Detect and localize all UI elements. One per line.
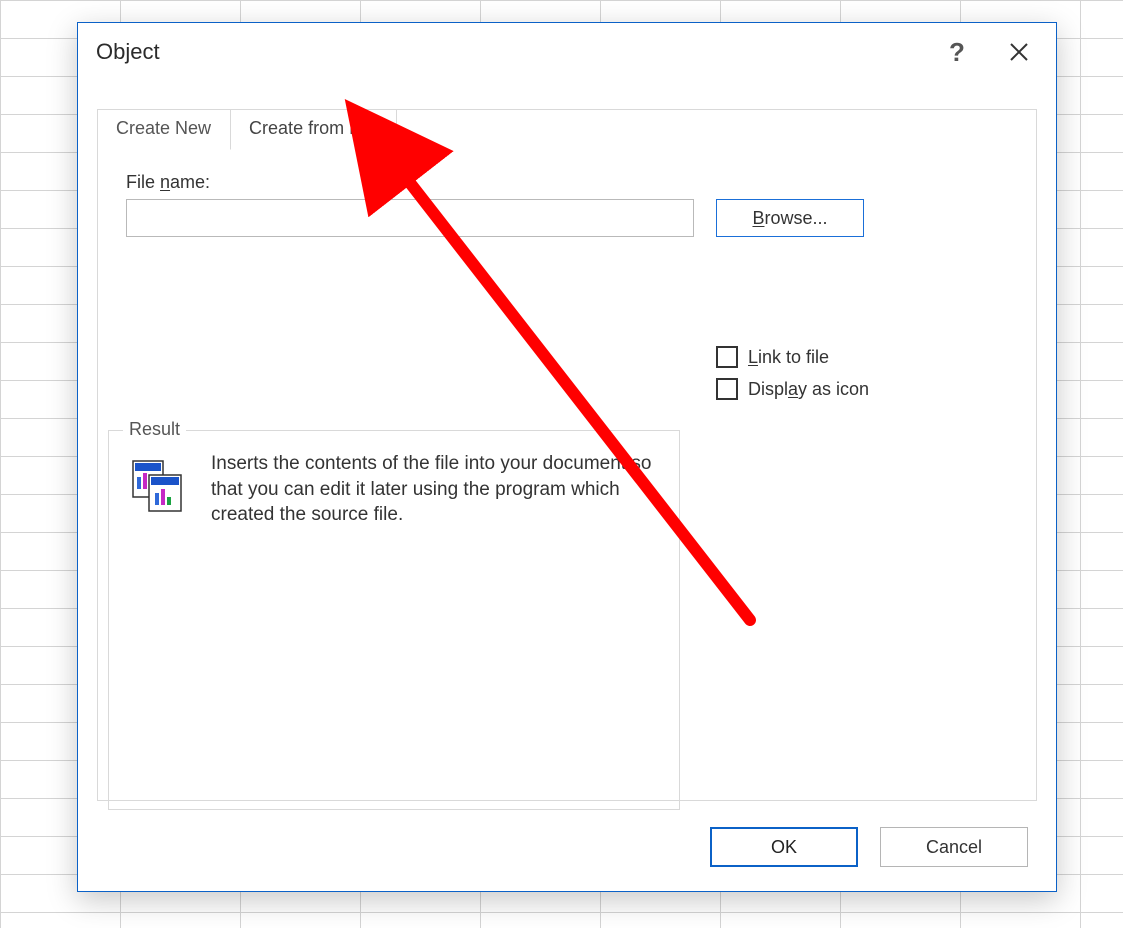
filename-row: Browse... bbox=[126, 199, 1008, 237]
checkbox-box-icon bbox=[716, 378, 738, 400]
tabstrip: Create New Create from File bbox=[97, 109, 397, 149]
embedded-document-icon bbox=[127, 457, 185, 515]
tab-create-from-file[interactable]: Create from File bbox=[230, 109, 397, 150]
checkbox-box-icon bbox=[716, 346, 738, 368]
checkbox-group: Link to file Display as icon bbox=[716, 346, 869, 400]
display-as-icon-label: Display as icon bbox=[748, 379, 869, 400]
filename-input[interactable] bbox=[126, 199, 694, 237]
tab-content-create-from-file: File name: Browse... Link to file bbox=[98, 146, 1036, 800]
close-icon bbox=[1010, 43, 1028, 61]
result-body: Inserts the contents of the file into yo… bbox=[127, 451, 661, 528]
help-button[interactable]: ? bbox=[926, 26, 988, 78]
dialog-frame: Object ? File name: Browse... bbox=[77, 22, 1057, 892]
tab-create-new[interactable]: Create New bbox=[97, 109, 230, 150]
filename-label: File name: bbox=[126, 172, 1008, 193]
result-description: Inserts the contents of the file into yo… bbox=[211, 451, 661, 528]
cancel-button[interactable]: Cancel bbox=[880, 827, 1028, 867]
close-button[interactable] bbox=[988, 26, 1050, 78]
dialog-footer: OK Cancel bbox=[710, 827, 1028, 867]
titlebar: Object ? bbox=[78, 23, 1056, 81]
link-to-file-checkbox[interactable]: Link to file bbox=[716, 346, 869, 368]
tab-panel: File name: Browse... Link to file bbox=[97, 109, 1037, 801]
display-as-icon-checkbox[interactable]: Display as icon bbox=[716, 378, 869, 400]
dialog-title: Object bbox=[96, 39, 926, 65]
browse-button[interactable]: Browse... bbox=[716, 199, 864, 237]
result-group: Result bbox=[108, 430, 680, 810]
object-dialog: Object ? File name: Browse... bbox=[77, 22, 1057, 892]
link-to-file-label: Link to file bbox=[748, 347, 829, 368]
result-legend: Result bbox=[123, 419, 186, 440]
ok-button[interactable]: OK bbox=[710, 827, 858, 867]
